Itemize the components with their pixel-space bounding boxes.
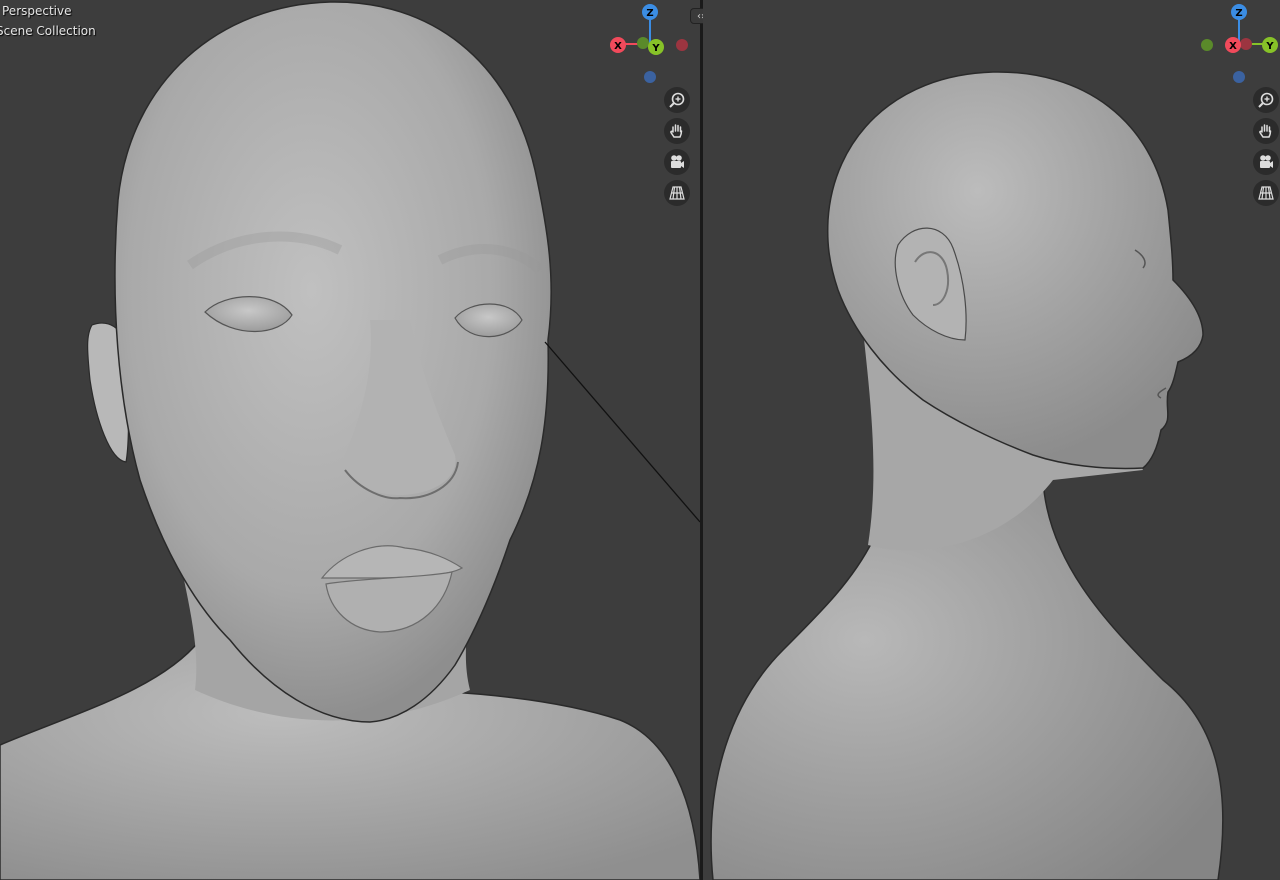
ortho-toggle-button[interactable] [1253, 180, 1279, 206]
grid-ortho-icon [669, 186, 685, 200]
y-axis-label: Y [651, 43, 660, 54]
zoom-button[interactable] [664, 87, 690, 113]
navigation-gizmo[interactable]: Z X Y [1188, 2, 1280, 92]
zoom-button[interactable] [1253, 87, 1279, 113]
camera-view-icon [1260, 155, 1273, 168]
navigation-gizmo[interactable]: Z X Y [598, 2, 700, 92]
camera-view-icon [671, 155, 684, 168]
viewport-nav-buttons [1253, 87, 1280, 211]
side-head-model [710, 71, 1224, 880]
pan-button[interactable] [664, 118, 690, 144]
x-axis-label: X [1229, 41, 1237, 52]
blender-editor: Perspective Scene Collection Z X Y ‹› Z … [0, 0, 1280, 880]
y-axis-label: Y [1265, 41, 1274, 52]
z-axis-label: Z [646, 8, 653, 19]
hand-pan-icon [1259, 124, 1272, 138]
pan-button[interactable] [1253, 118, 1279, 144]
front-head-model [0, 1, 700, 880]
camera-view-button[interactable] [1253, 149, 1279, 175]
ortho-toggle-button[interactable] [664, 180, 690, 206]
left-3d-viewport[interactable]: Perspective Scene Collection Z X Y [0, 0, 700, 880]
scene-collection-label: Scene Collection [0, 24, 96, 38]
viewport-title: Perspective [2, 4, 72, 18]
z-axis-label: Z [1235, 8, 1242, 19]
viewport-nav-buttons [664, 87, 692, 211]
hand-pan-icon [670, 124, 683, 138]
zoom-icon [1258, 92, 1274, 108]
x-axis-label: X [614, 41, 622, 52]
camera-view-button[interactable] [664, 149, 690, 175]
zoom-icon [669, 92, 685, 108]
grid-ortho-icon [1258, 186, 1274, 200]
right-3d-viewport[interactable]: Z X Y [703, 0, 1280, 880]
